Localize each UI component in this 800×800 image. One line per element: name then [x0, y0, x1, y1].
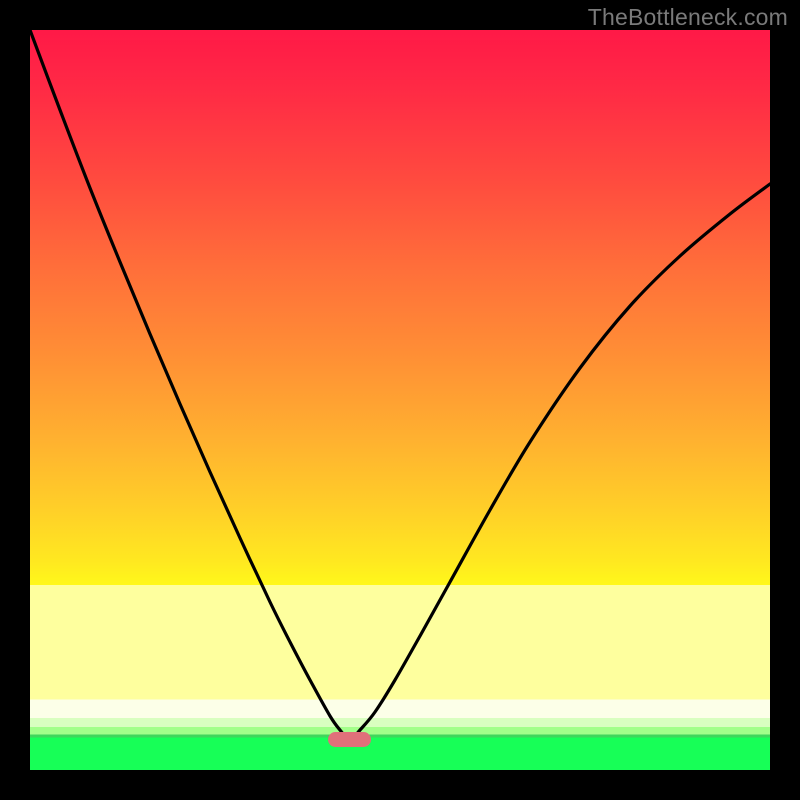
optimal-marker — [328, 732, 371, 747]
watermark-text: TheBottleneck.com — [588, 4, 788, 31]
chart-frame: TheBottleneck.com — [0, 0, 800, 800]
plot-area — [30, 30, 770, 770]
bottleneck-curve — [30, 30, 770, 770]
